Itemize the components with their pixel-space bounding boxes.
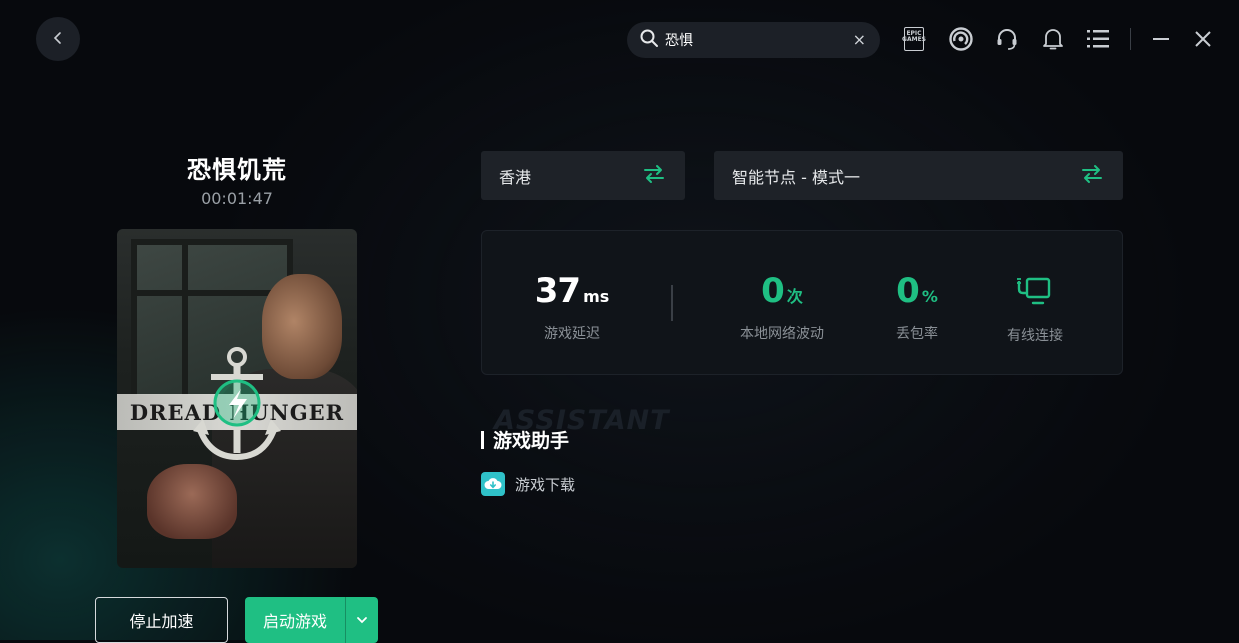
menu-list-icon[interactable] <box>1083 24 1113 54</box>
assistant-section-title: 游戏助手 <box>481 426 569 453</box>
packet-loss-value: 0 <box>896 271 920 311</box>
jitter-value: 0 <box>761 271 785 311</box>
packet-loss-unit: % <box>921 287 938 306</box>
search-input[interactable] <box>665 32 853 48</box>
jitter-label: 本地网络波动 <box>740 326 824 342</box>
back-button[interactable] <box>36 17 80 61</box>
launch-game-label: 启动游戏 <box>262 612 327 631</box>
stat-jitter: 0次 本地网络波动 <box>722 271 842 343</box>
stat-connection: 有线连接 <box>985 275 1085 345</box>
cover-skull <box>147 464 237 539</box>
clear-search-icon[interactable]: × <box>853 32 866 48</box>
node-value: 智能节点 - 模式一 <box>732 167 860 187</box>
stat-latency: 37 ms 游戏延迟 <box>512 271 632 343</box>
uplay-icon[interactable] <box>946 24 976 54</box>
wired-connection-icon <box>1017 277 1051 305</box>
jitter-unit: 次 <box>786 287 803 306</box>
game-cover-image: DREAD HUNGER <box>117 229 357 568</box>
search-bar[interactable]: × <box>627 22 880 58</box>
toolbar-divider <box>1130 28 1131 50</box>
launch-game-button[interactable]: 启动游戏 <box>245 597 378 643</box>
close-button[interactable] <box>1188 24 1218 54</box>
connection-label: 有线连接 <box>1007 328 1063 344</box>
game-download-label: 游戏下载 <box>515 475 576 494</box>
game-download-link[interactable]: 游戏下载 <box>481 472 575 496</box>
minimize-button[interactable] <box>1146 24 1176 54</box>
stop-acceleration-button[interactable]: 停止加速 <box>95 597 228 643</box>
search-icon <box>639 28 659 52</box>
cloud-download-icon <box>481 472 505 496</box>
region-value: 香港 <box>499 167 532 187</box>
latency-value: 37 <box>534 271 581 311</box>
node-selector[interactable]: 智能节点 - 模式一 <box>714 151 1123 200</box>
chevron-left-icon <box>51 30 65 49</box>
epic-games-icon[interactable]: EPIC GAMES <box>899 24 929 54</box>
swap-icon <box>643 164 665 188</box>
region-selector[interactable]: 香港 <box>481 151 685 200</box>
headset-icon[interactable] <box>992 24 1022 54</box>
bell-icon[interactable] <box>1038 24 1068 54</box>
game-title: 恐惧饥荒 <box>187 156 287 184</box>
cover-anchor-icon <box>193 347 281 461</box>
elapsed-time: 00:01:47 <box>201 189 273 208</box>
network-stats-panel: 37 ms 游戏延迟 0次 本地网络波动 0% 丢包率 有线连接 <box>481 230 1123 375</box>
packet-loss-label: 丢包率 <box>896 326 938 342</box>
chevron-down-icon <box>357 617 367 624</box>
stat-packet-loss: 0% 丢包率 <box>867 271 967 343</box>
launch-options-dropdown[interactable] <box>346 597 378 643</box>
latency-label: 游戏延迟 <box>544 326 600 342</box>
swap-icon <box>1081 164 1103 188</box>
stat-divider <box>671 285 673 321</box>
latency-unit: ms <box>583 287 610 306</box>
